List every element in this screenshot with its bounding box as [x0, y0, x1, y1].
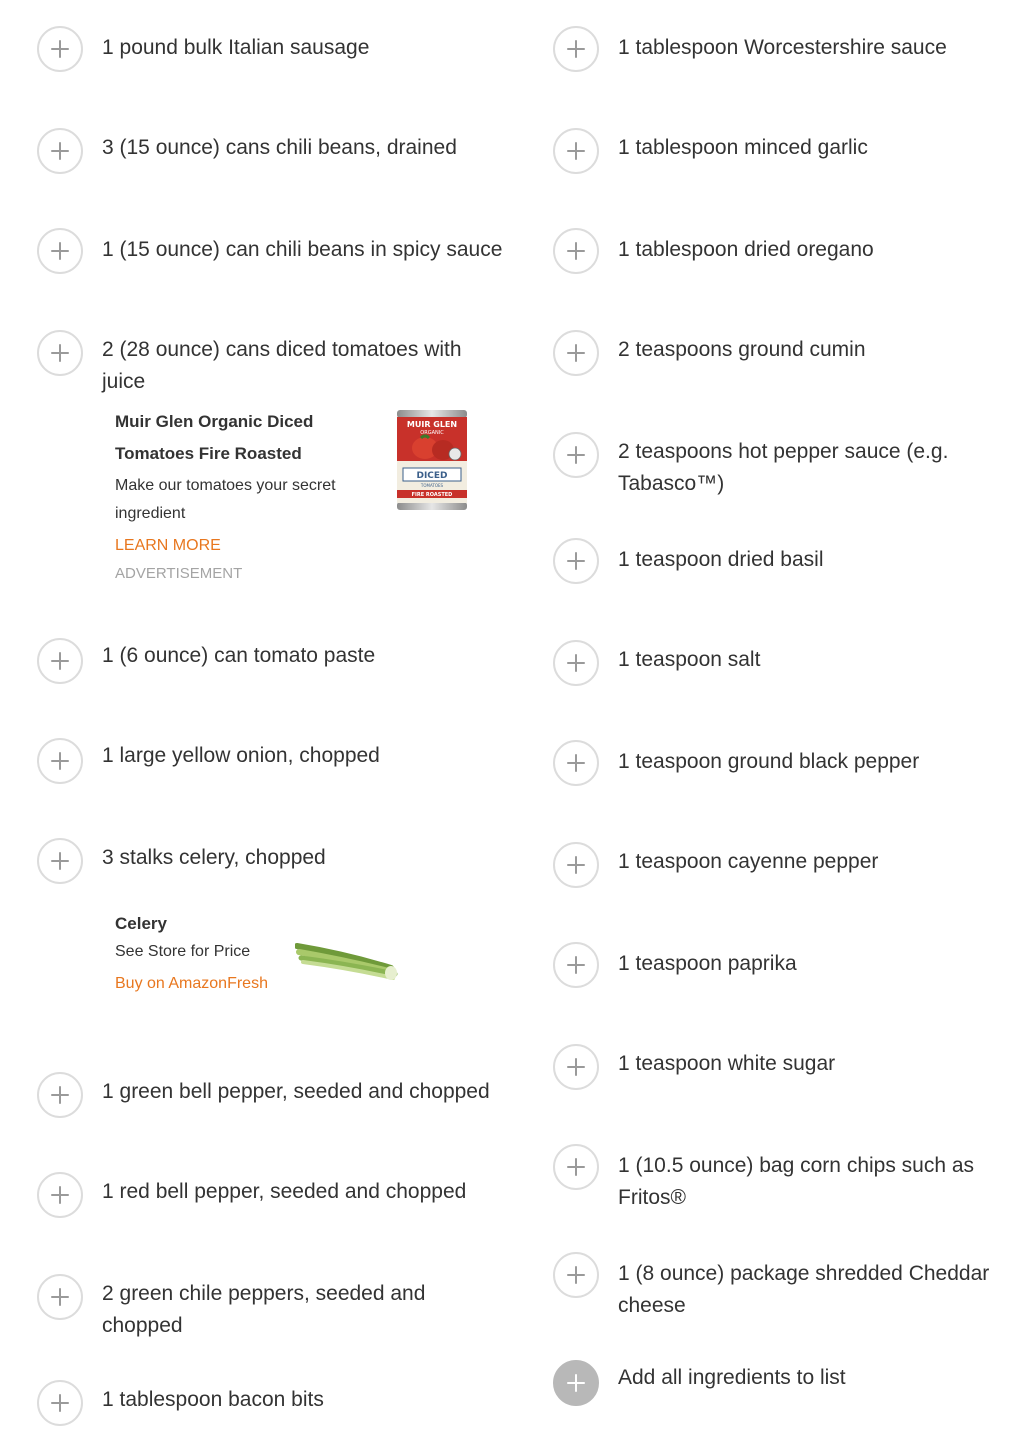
add-to-list-plus-icon[interactable]	[553, 1252, 599, 1298]
ingredient-item[interactable]: 2 (28 ounce) cans diced tomatoes with ju…	[37, 330, 507, 400]
ingredient-label: 1 tablespoon bacon bits	[102, 1388, 324, 1411]
add-to-list-plus-icon[interactable]	[37, 330, 83, 376]
ingredient-item[interactable]: 1 (8 ounce) package shredded Cheddar che…	[553, 1252, 1003, 1322]
add-to-list-plus-icon[interactable]	[553, 640, 599, 686]
ad-title[interactable]: Celery	[115, 908, 315, 940]
can-organic: ORGANIC	[420, 430, 444, 436]
ingredient-label: 1 teaspoon cayenne pepper	[618, 850, 879, 873]
ingredient-label: 1 (8 ounce) package shredded Cheddar che…	[618, 1262, 990, 1317]
add-all-plus-icon[interactable]	[553, 1360, 599, 1406]
can-brand: MUIR GLEN	[407, 420, 457, 429]
ingredient-label: 1 green bell pepper, seeded and chopped	[102, 1080, 490, 1103]
ad-price: See Store for Price	[115, 943, 251, 960]
ingredient-label: 1 red bell pepper, seeded and chopped	[102, 1180, 467, 1203]
ingredient-item[interactable]: 1 teaspoon dried basil	[553, 538, 1003, 588]
ingredient-item[interactable]: 1 tablespoon bacon bits	[37, 1380, 507, 1430]
add-all-ingredients-button[interactable]: Add all ingredients to list	[553, 1360, 1003, 1410]
add-to-list-plus-icon[interactable]	[553, 740, 599, 786]
add-to-list-plus-icon[interactable]	[553, 1044, 599, 1090]
tomato-can-image[interactable]: MUIR GLEN ORGANIC DICED TOMATOES FIRE RO…	[395, 408, 469, 512]
ingredient-label: 3 (15 ounce) cans chili beans, drained	[102, 136, 457, 159]
ingredient-label: 1 teaspoon ground black pepper	[618, 750, 920, 773]
add-to-list-plus-icon[interactable]	[37, 1172, 83, 1218]
add-to-list-plus-icon[interactable]	[553, 538, 599, 584]
ingredient-item[interactable]: 1 tablespoon Worcestershire sauce	[553, 26, 1003, 76]
add-to-list-plus-icon[interactable]	[37, 26, 83, 72]
ingredient-item[interactable]: 1 tablespoon minced garlic	[553, 128, 1003, 178]
ingredient-item[interactable]: 1 (15 ounce) can chili beans in spicy sa…	[37, 228, 507, 278]
add-to-list-plus-icon[interactable]	[37, 1274, 83, 1320]
ingredient-item[interactable]: 1 (10.5 ounce) bag corn chips such as Fr…	[553, 1144, 1003, 1214]
ingredient-item[interactable]: 1 teaspoon paprika	[553, 942, 1003, 992]
ingredient-item[interactable]: 1 green bell pepper, seeded and chopped	[37, 1072, 507, 1122]
add-to-list-plus-icon[interactable]	[553, 128, 599, 174]
ingredient-label: 1 (10.5 ounce) bag corn chips such as Fr…	[618, 1154, 975, 1209]
can-product-sub: TOMATOES	[420, 483, 444, 488]
ad-description: Make our tomatoes your secret ingredient	[115, 477, 336, 522]
celery-image[interactable]	[294, 940, 399, 982]
add-to-list-plus-icon[interactable]	[37, 128, 83, 174]
add-to-list-plus-icon[interactable]	[553, 26, 599, 72]
ingredient-item[interactable]: 1 teaspoon cayenne pepper	[553, 842, 1003, 892]
add-to-list-plus-icon[interactable]	[37, 228, 83, 274]
ingredient-item[interactable]: 3 (15 ounce) cans chili beans, drained	[37, 128, 507, 178]
ingredient-label: 3 stalks celery, chopped	[102, 846, 326, 869]
ingredient-item[interactable]: 1 teaspoon white sugar	[553, 1044, 1003, 1094]
ingredient-label: 1 teaspoon dried basil	[618, 548, 824, 571]
ingredient-label: 1 tablespoon dried oregano	[618, 238, 874, 261]
ingredient-label: 1 (15 ounce) can chili beans in spicy sa…	[102, 238, 503, 261]
ingredient-label: 2 green chile peppers, seeded and choppe…	[102, 1282, 426, 1337]
ingredient-label: 2 (28 ounce) cans diced tomatoes with ju…	[102, 338, 462, 393]
add-to-list-plus-icon[interactable]	[553, 942, 599, 988]
ingredient-label: 1 (6 ounce) can tomato paste	[102, 644, 376, 667]
add-to-list-plus-icon[interactable]	[553, 330, 599, 376]
add-to-list-plus-icon[interactable]	[553, 1144, 599, 1190]
can-band: FIRE ROASTED	[412, 492, 453, 498]
ingredient-label: 2 teaspoons ground cumin	[618, 338, 866, 361]
ingredient-label: 1 tablespoon Worcestershire sauce	[618, 36, 947, 59]
can-product-name: DICED	[416, 471, 447, 481]
add-to-list-plus-icon[interactable]	[553, 842, 599, 888]
advertisement-tomatoes: Muir Glen Organic Diced Tomatoes Fire Ro…	[115, 406, 375, 588]
ingredient-item[interactable]: 1 large yellow onion, chopped	[37, 738, 507, 788]
ingredient-item[interactable]: 1 teaspoon salt	[553, 640, 1003, 690]
add-to-list-plus-icon[interactable]	[37, 638, 83, 684]
ad-title[interactable]: Muir Glen Organic Diced Tomatoes Fire Ro…	[115, 406, 375, 470]
ingredient-item[interactable]: 1 pound bulk Italian sausage	[37, 26, 507, 76]
buy-on-amazonfresh-link[interactable]: Buy on AmazonFresh	[115, 970, 315, 998]
ingredient-label: 1 tablespoon minced garlic	[618, 136, 868, 159]
add-to-list-plus-icon[interactable]	[37, 1072, 83, 1118]
add-to-list-plus-icon[interactable]	[37, 838, 83, 884]
ingredient-item[interactable]: 2 teaspoons ground cumin	[553, 330, 1003, 380]
ingredient-item[interactable]: 1 teaspoon ground black pepper	[553, 740, 1003, 790]
ingredient-label: 1 pound bulk Italian sausage	[102, 36, 370, 59]
ingredient-item[interactable]: 2 green chile peppers, seeded and choppe…	[37, 1274, 507, 1344]
ingredient-label: 1 teaspoon white sugar	[618, 1052, 836, 1075]
ingredient-item[interactable]: 1 (6 ounce) can tomato paste	[37, 638, 507, 688]
ingredient-item[interactable]: 1 tablespoon dried oregano	[553, 228, 1003, 278]
add-to-list-plus-icon[interactable]	[37, 738, 83, 784]
learn-more-link[interactable]: LEARN MORE	[115, 532, 375, 560]
ingredient-item[interactable]: 1 red bell pepper, seeded and chopped	[37, 1172, 507, 1222]
ingredient-label: 1 teaspoon paprika	[618, 952, 797, 975]
add-to-list-plus-icon[interactable]	[553, 228, 599, 274]
ingredient-label: 1 teaspoon salt	[618, 648, 761, 671]
add-to-list-plus-icon[interactable]	[553, 432, 599, 478]
ingredient-label: 2 teaspoons hot pepper sauce (e.g. Tabas…	[618, 440, 949, 495]
advertisement-celery: Celery See Store for Price Buy on Amazon…	[115, 908, 315, 998]
add-to-list-plus-icon[interactable]	[37, 1380, 83, 1426]
add-all-label: Add all ingredients to list	[618, 1366, 846, 1389]
ingredient-item[interactable]: 2 teaspoons hot pepper sauce (e.g. Tabas…	[553, 432, 1003, 502]
ingredient-label: 1 large yellow onion, chopped	[102, 744, 380, 767]
ad-label: ADVERTISEMENT	[115, 565, 243, 582]
ingredient-item[interactable]: 3 stalks celery, chopped	[37, 838, 507, 888]
